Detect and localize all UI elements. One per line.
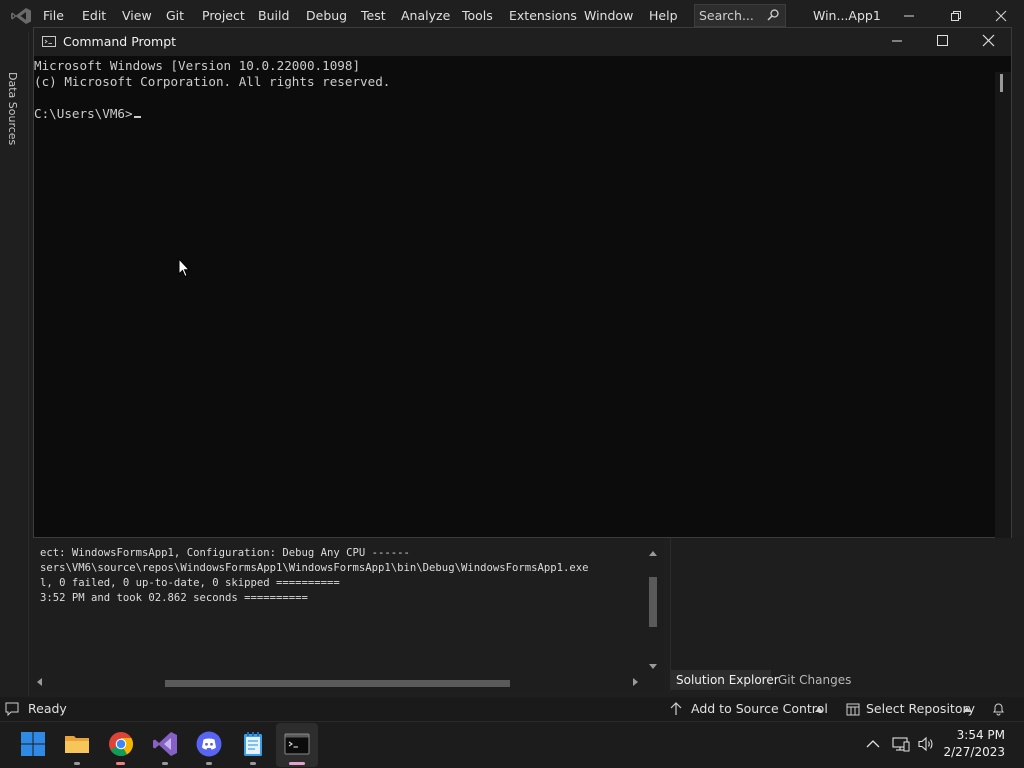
visual-studio-icon[interactable] — [151, 730, 179, 758]
console-prompt-line[interactable]: C:\Users\VM6> — [34, 106, 141, 121]
taskbar-indicator — [116, 762, 125, 765]
output-line: 3:52 PM and took 02.862 seconds ========… — [40, 592, 308, 604]
command-prompt-window[interactable]: Command Prompt Microsoft Windows [Versio… — [33, 27, 1012, 538]
chevron-up-icon[interactable] — [866, 738, 880, 750]
taskbar-indicator — [250, 762, 256, 765]
data-sources-tab[interactable]: Data Sources — [6, 72, 22, 146]
discord-icon[interactable] — [195, 730, 223, 758]
output-horizontal-scroll-thumb[interactable] — [165, 680, 510, 687]
console-prompt: C:\Users\VM6> — [34, 106, 133, 121]
taskbar-indicator — [162, 762, 168, 765]
network-icon[interactable] — [892, 736, 910, 752]
tab-solution-explorer-label: Solution Explorer — [676, 673, 779, 687]
prompt-glyph-icon — [44, 39, 52, 44]
chrome-icon[interactable] — [107, 730, 135, 758]
select-repository-button[interactable]: Select Repository — [866, 697, 975, 721]
chevron-up-icon — [815, 707, 823, 712]
solution-explorer-panel — [670, 537, 1024, 691]
output-scroll-thumb[interactable] — [649, 577, 657, 627]
output-line: sers\VM6\source\repos\WindowsFormsApp1\W… — [40, 562, 589, 574]
cmd-minimize-icon[interactable] — [874, 26, 920, 58]
notification-bell-icon[interactable] — [992, 702, 1005, 716]
cmd-maximize-icon[interactable] — [919, 26, 965, 58]
taskbar-clock-date[interactable]: 2/27/2023 — [943, 745, 1005, 759]
output-line: l, 0 failed, 0 up-to-date, 0 skipped ===… — [40, 577, 340, 589]
cmd-close-icon[interactable] — [965, 26, 1011, 58]
output-status-icon — [5, 702, 19, 716]
file-explorer-icon[interactable] — [63, 730, 91, 758]
search-icon — [767, 9, 779, 21]
start-icon[interactable] — [19, 730, 47, 758]
vs-status-bar: Ready Add to Source Control Select Repos… — [0, 697, 1024, 721]
tab-solution-explorer[interactable]: Solution Explorer — [671, 670, 779, 690]
cmd-scroll-thumb[interactable] — [1000, 74, 1003, 92]
tab-git-changes[interactable]: Git Changes — [774, 670, 851, 690]
mouse-pointer-icon — [178, 258, 190, 278]
taskbar-clock-time[interactable]: 3:54 PM — [957, 728, 1005, 742]
taskbar-indicator — [74, 762, 80, 765]
console-line: (c) Microsoft Corporation. All rights re… — [34, 74, 391, 89]
visual-studio-logo-icon — [11, 8, 31, 24]
taskbar-indicator-active — [289, 762, 305, 765]
command-prompt-icon — [42, 36, 56, 47]
tab-git-changes-label: Git Changes — [778, 673, 852, 687]
output-panel: ect: WindowsFormsApp1, Configuration: De… — [32, 537, 664, 691]
output-line: ect: WindowsFormsApp1, Configuration: De… — [40, 547, 410, 559]
console-line: Microsoft Windows [Version 10.0.22000.10… — [34, 58, 361, 73]
vs-search-placeholder: Search... — [699, 8, 754, 23]
taskbar-indicator — [206, 762, 212, 765]
repository-icon — [846, 703, 860, 716]
vs-search-box[interactable]: Search... — [694, 4, 786, 27]
status-ready: Ready — [28, 701, 67, 716]
arrow-up-icon — [670, 702, 682, 715]
chevron-up-icon — [963, 707, 971, 712]
volume-icon[interactable] — [918, 736, 936, 752]
add-to-source-control-button[interactable]: Add to Source Control — [691, 697, 828, 721]
cmd-vertical-scrollbar[interactable] — [995, 72, 1011, 538]
cmd-window-title: Command Prompt — [63, 34, 177, 49]
cmd-title-bar[interactable]: Command Prompt — [34, 28, 1011, 56]
windows-taskbar: 3:54 PM 2/27/2023 — [0, 721, 1024, 768]
terminal-icon[interactable] — [283, 730, 311, 758]
notepad-icon[interactable] — [239, 730, 267, 758]
text-cursor — [133, 116, 141, 118]
data-sources-label: Data Sources — [6, 72, 19, 146]
